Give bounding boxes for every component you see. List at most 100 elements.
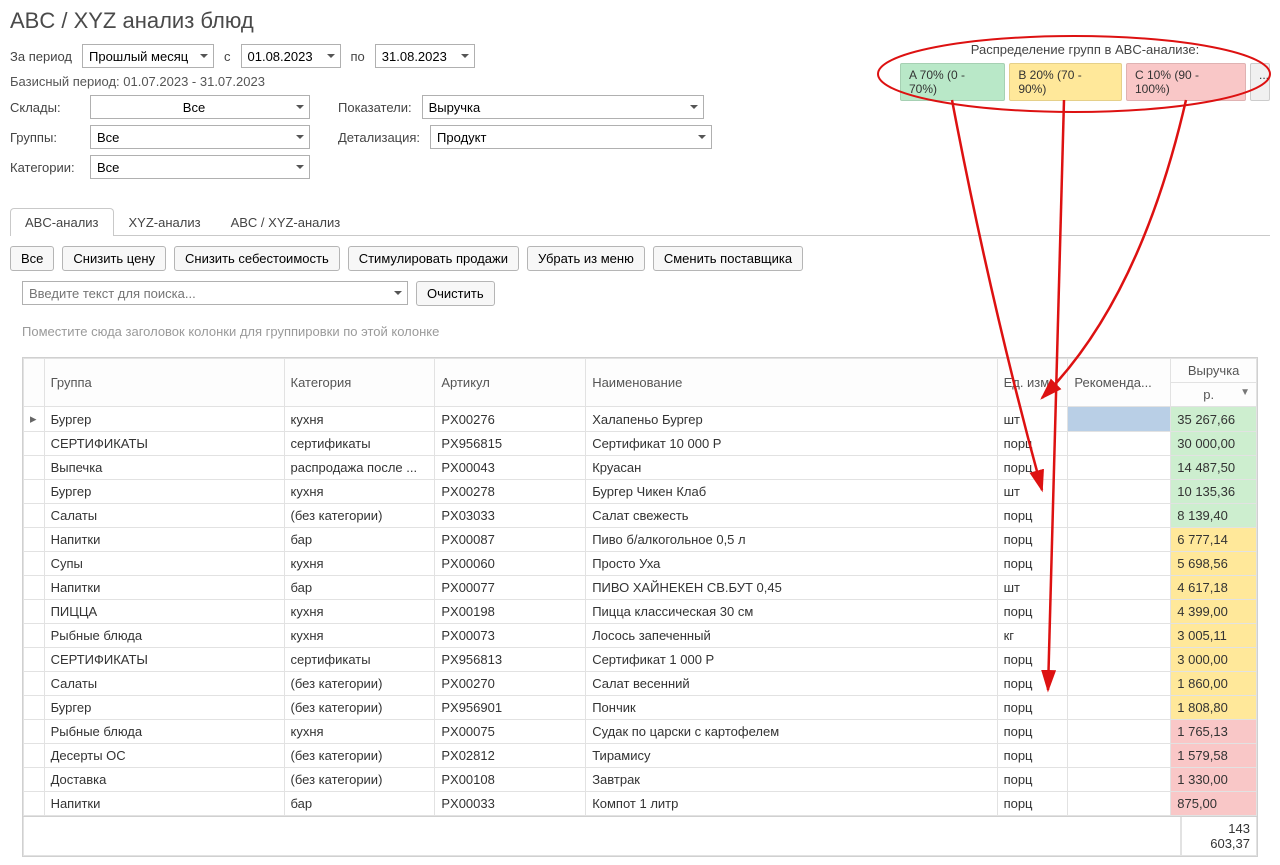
table-row[interactable]: НапиткибарPX00087Пиво б/алкогольное 0,5 … [24,528,1257,552]
cell-reco[interactable] [1068,768,1171,792]
cell-reco[interactable] [1068,576,1171,600]
col-revenue-super[interactable]: Выручка [1171,359,1257,383]
tab-abc-анализ[interactable]: ABC-анализ [10,208,114,236]
cell-name: Халапеньо Бургер [586,407,997,432]
cell-category: сертификаты [284,648,435,672]
cell-group: Бургер [44,407,284,432]
table-row[interactable]: СЕРТИФИКАТЫсертификатыPX956815Сертификат… [24,432,1257,456]
cell-group: Салаты [44,504,284,528]
row-pointer [24,600,45,624]
cell-reco[interactable] [1068,672,1171,696]
cell-revenue: 5 698,56 [1171,552,1257,576]
abc-badge-b[interactable]: B 20% (70 - 90%) [1009,63,1122,101]
cell-article: PX00043 [435,456,586,480]
stores-select[interactable]: Все [90,95,310,119]
from-label: с [224,49,231,64]
cell-article: PX956815 [435,432,586,456]
date-from-input[interactable] [241,44,341,68]
abc-badge-more[interactable]: ... [1250,63,1270,101]
search-input[interactable] [22,281,408,305]
cell-reco[interactable] [1068,720,1171,744]
col-unit[interactable]: Ед. изм. [997,359,1068,407]
table-row[interactable]: Доставка(без категории)PX00108Завтракпор… [24,768,1257,792]
table-row[interactable]: Бургер(без категории)PX956901Пончикпорц1… [24,696,1257,720]
cell-revenue: 1 330,00 [1171,768,1257,792]
indicators-select[interactable]: Выручка [422,95,704,119]
tab-abc-xyz-анализ[interactable]: ABC / XYZ-анализ [216,208,356,236]
cell-reco[interactable] [1068,696,1171,720]
cell-group: Бургер [44,480,284,504]
cell-category: кухня [284,552,435,576]
cell-reco[interactable] [1068,624,1171,648]
cell-reco[interactable] [1068,600,1171,624]
cell-reco[interactable] [1068,792,1171,816]
grid-footer: 143 603,37 [22,817,1258,857]
cell-category: кухня [284,480,435,504]
tab-xyz-анализ[interactable]: XYZ-анализ [114,208,216,236]
cell-reco[interactable] [1068,504,1171,528]
cell-reco[interactable] [1068,744,1171,768]
detail-select[interactable]: Продукт [430,125,712,149]
indicators-label: Показатели: [338,100,412,115]
period-select[interactable]: Прошлый месяц [82,44,214,68]
cell-reco[interactable] [1068,648,1171,672]
table-row[interactable]: Выпечкараспродажа после ...PX00043Круаса… [24,456,1257,480]
table-row[interactable]: Рыбные блюдакухняPX00073Лосось запеченны… [24,624,1257,648]
table-row[interactable]: БургеркухняPX00278Бургер Чикен Клабшт10 … [24,480,1257,504]
cell-category: кухня [284,407,435,432]
cell-category: (без категории) [284,744,435,768]
col-reco[interactable]: Рекоменда... [1068,359,1171,407]
action-убрать-из-меню[interactable]: Убрать из меню [527,246,645,271]
table-row[interactable]: Салаты(без категории)PX03033Салат свежес… [24,504,1257,528]
categories-select[interactable]: Все [90,155,310,179]
cell-reco[interactable] [1068,528,1171,552]
cell-reco[interactable] [1068,432,1171,456]
action-все[interactable]: Все [10,246,54,271]
cell-reco[interactable] [1068,456,1171,480]
action-снизить-цену[interactable]: Снизить цену [62,246,166,271]
action-стимулировать-продажи[interactable]: Стимулировать продажи [348,246,519,271]
table-row[interactable]: НапиткибарPX00077ПИВО ХАЙНЕКЕН СВ.БУТ 0,… [24,576,1257,600]
cell-unit: порц [997,768,1068,792]
table-row[interactable]: ▸БургеркухняPX00276Халапеньо Бургершт35 … [24,407,1257,432]
abc-badge-a[interactable]: A 70% (0 - 70%) [900,63,1005,101]
col-revenue[interactable]: р.▼ [1171,383,1257,407]
row-pointer [24,528,45,552]
row-pointer [24,768,45,792]
groups-select[interactable]: Все [90,125,310,149]
row-pointer: ▸ [24,407,45,432]
table-row[interactable]: Салаты(без категории)PX00270Салат весенн… [24,672,1257,696]
col-article[interactable]: Артикул [435,359,586,407]
cell-unit: порц [997,792,1068,816]
cell-name: ПИВО ХАЙНЕКЕН СВ.БУТ 0,45 [586,576,997,600]
col-group[interactable]: Группа [44,359,284,407]
table-row[interactable]: Рыбные блюдакухняPX00075Судак по царски … [24,720,1257,744]
data-grid[interactable]: Группа Категория Артикул Наименование Ед… [22,357,1258,817]
date-to-input[interactable] [375,44,475,68]
cell-name: Судак по царски с картофелем [586,720,997,744]
table-row[interactable]: СЕРТИФИКАТЫсертификатыPX956813Сертификат… [24,648,1257,672]
table-row[interactable]: Десерты ОС(без категории)PX02812Тирамису… [24,744,1257,768]
cell-article: PX03033 [435,504,586,528]
cell-reco[interactable] [1068,480,1171,504]
action-снизить-себестоимость[interactable]: Снизить себестоимость [174,246,340,271]
clear-button[interactable]: Очистить [416,281,495,306]
cell-category: (без категории) [284,672,435,696]
cell-revenue: 3 000,00 [1171,648,1257,672]
row-pointer [24,792,45,816]
col-name[interactable]: Наименование [586,359,997,407]
cell-unit: порц [997,456,1068,480]
cell-revenue: 1 765,13 [1171,720,1257,744]
cell-revenue: 3 005,11 [1171,624,1257,648]
cell-reco[interactable] [1068,552,1171,576]
action-сменить-поставщика[interactable]: Сменить поставщика [653,246,803,271]
cell-unit: шт [997,480,1068,504]
cell-article: PX956901 [435,696,586,720]
col-category[interactable]: Категория [284,359,435,407]
abc-badge-c[interactable]: C 10% (90 - 100%) [1126,63,1246,101]
table-row[interactable]: НапиткибарPX00033Компот 1 литрпорц875,00 [24,792,1257,816]
cell-category: бар [284,528,435,552]
table-row[interactable]: ПИЦЦАкухняPX00198Пицца классическая 30 с… [24,600,1257,624]
cell-reco[interactable] [1068,407,1171,432]
table-row[interactable]: СупыкухняPX00060Просто Ухапорц5 698,56 [24,552,1257,576]
